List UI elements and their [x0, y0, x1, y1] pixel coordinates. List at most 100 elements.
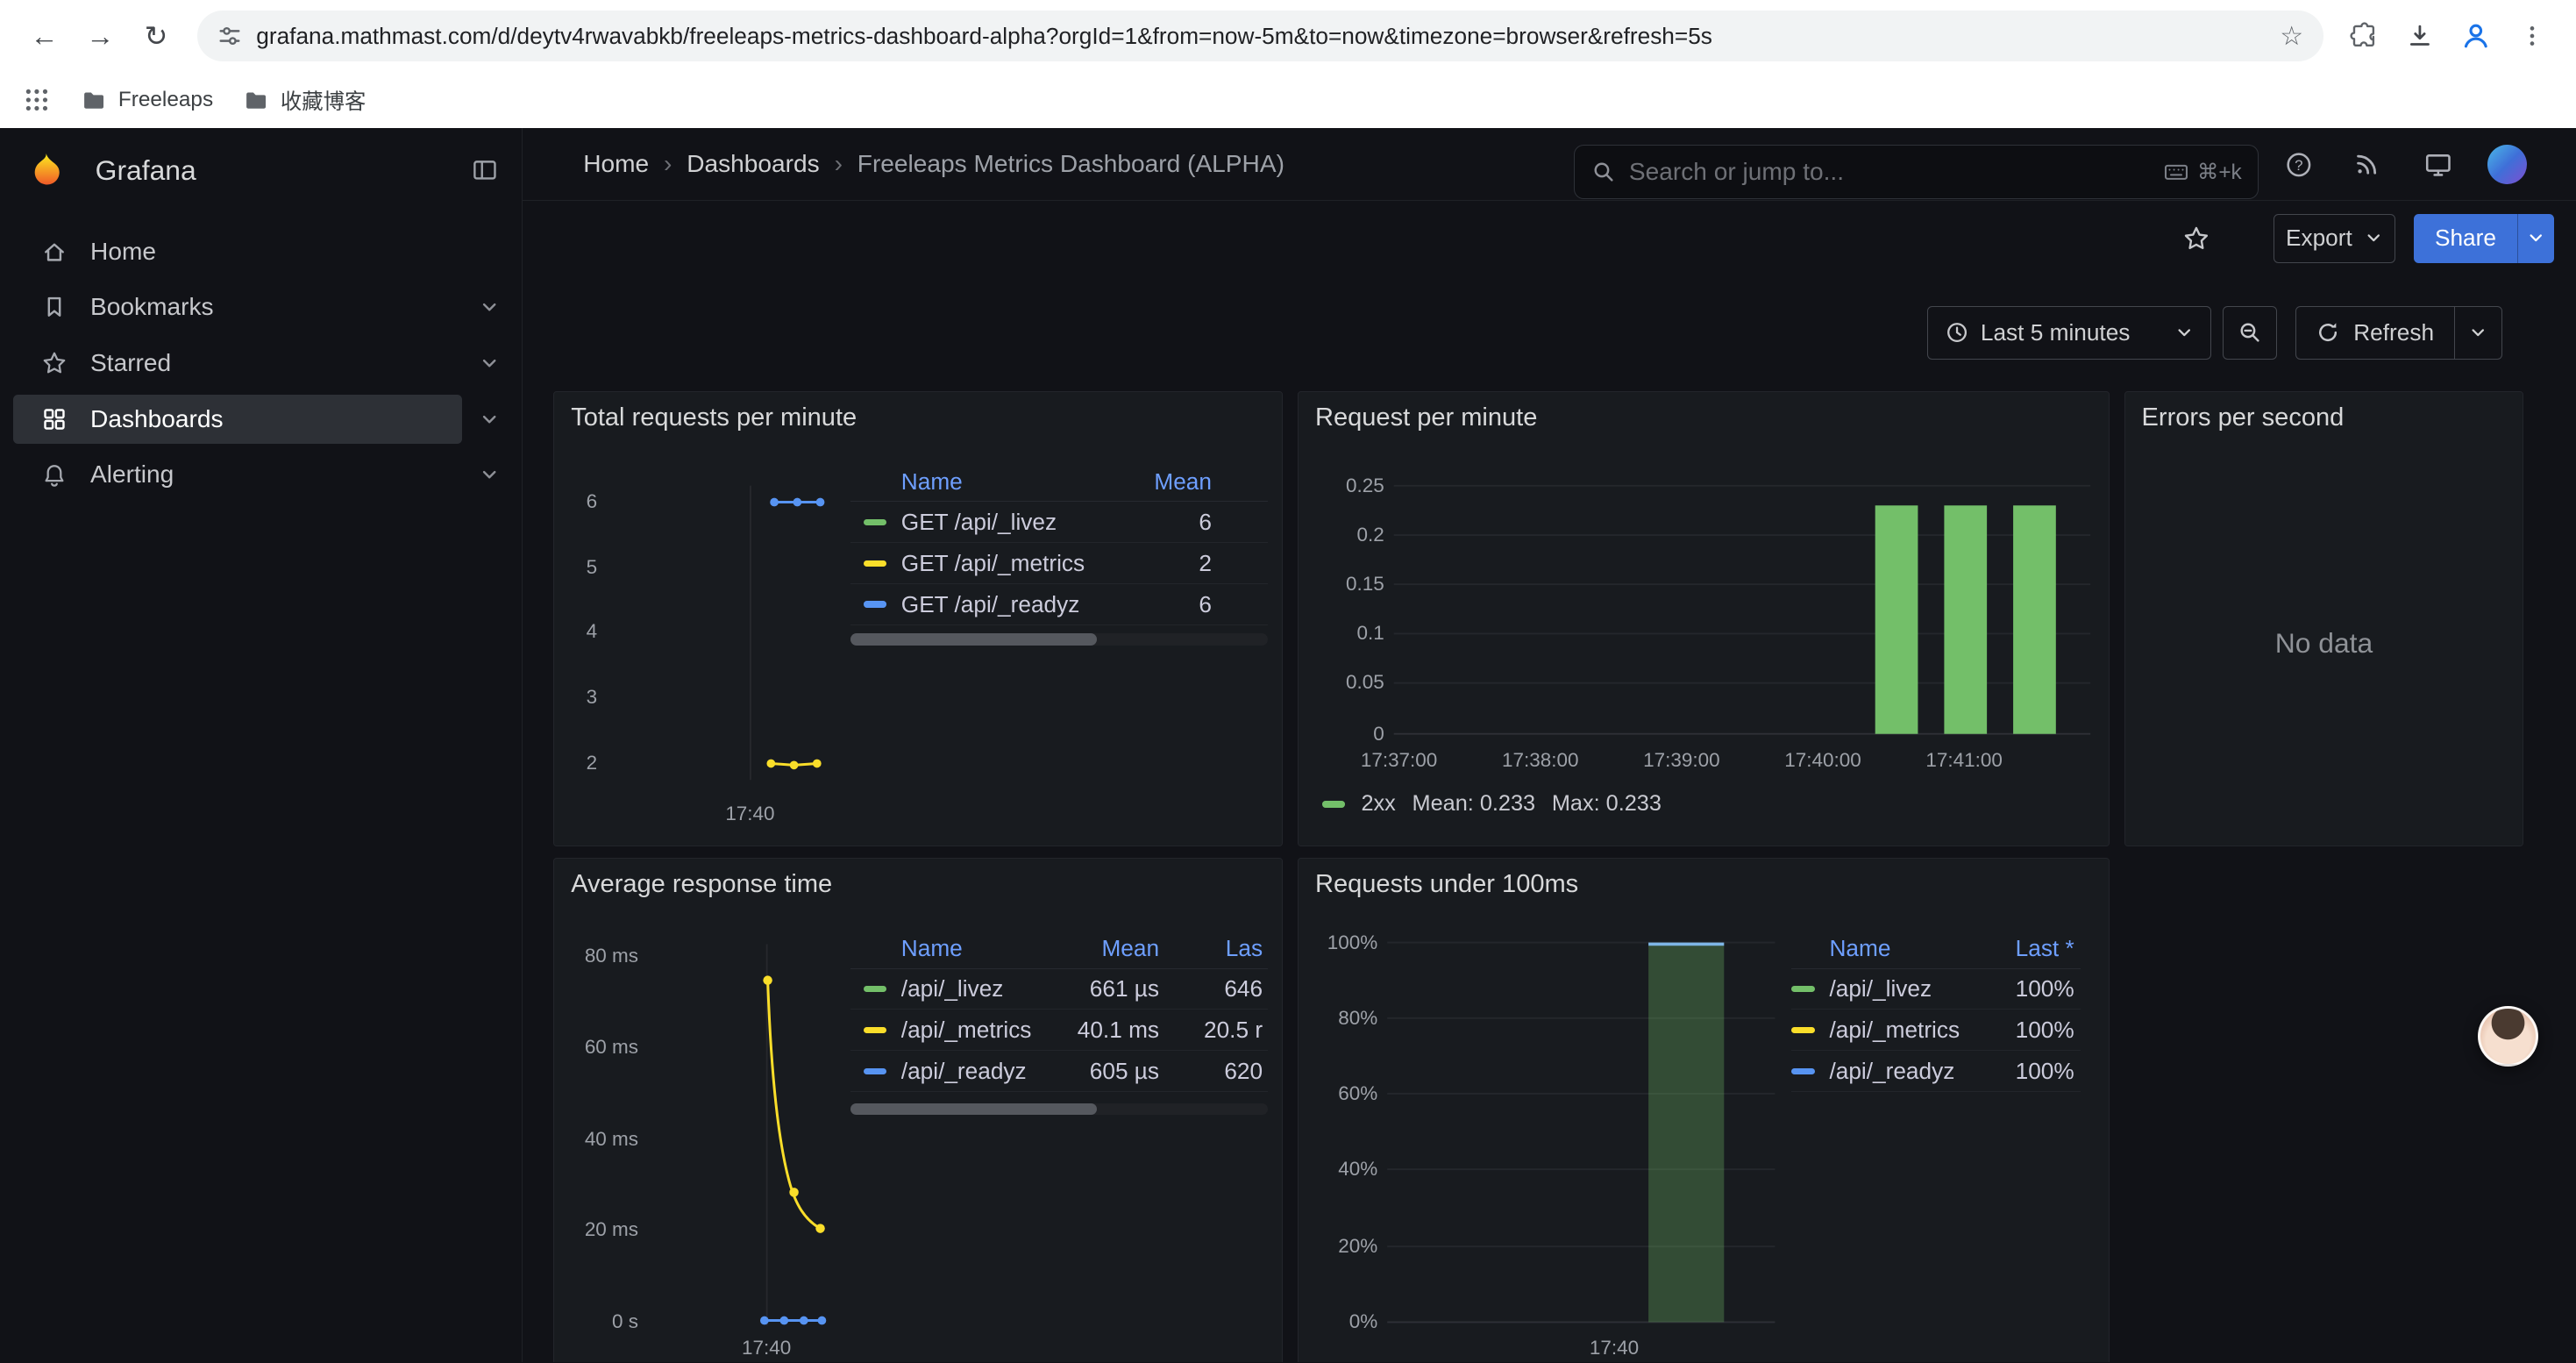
- col-last[interactable]: Las: [1169, 935, 1263, 962]
- y-tick: 0 s: [559, 1310, 638, 1333]
- chevron-down-icon: [2174, 323, 2194, 342]
- tv-mode-button[interactable]: [2415, 141, 2460, 187]
- col-name[interactable]: Name: [1829, 935, 1975, 962]
- col-name[interactable]: Name: [901, 468, 1117, 496]
- grafana-logo-icon[interactable]: [26, 151, 64, 189]
- browser-toolbar: ← → ↻ ☆: [0, 0, 2576, 72]
- panel-total-requests-per-minute: Total requests per minute 6 5 4 3 2 17:4…: [553, 391, 1283, 846]
- table-scrollbar[interactable]: [850, 633, 1268, 645]
- legend-table: Name Last * /api/_livez 100% /api/_metri…: [1791, 930, 2081, 1093]
- col-last[interactable]: Last *: [1975, 935, 2074, 962]
- table-header: Name Mean Las: [850, 930, 1268, 969]
- forward-button[interactable]: →: [72, 8, 128, 64]
- series-mean: 6: [1116, 591, 1212, 618]
- spacer: [864, 946, 886, 952]
- news-rss-button[interactable]: [2345, 141, 2390, 187]
- y-tick: 0%: [1299, 1310, 1377, 1333]
- bookmark-star-icon[interactable]: ☆: [2280, 21, 2303, 52]
- x-tick: 17:37:00: [1347, 749, 1452, 772]
- breadcrumb-dashboards[interactable]: Dashboards: [687, 150, 819, 178]
- sidebar-item-starred[interactable]: Starred: [0, 335, 522, 391]
- y-tick: 40 ms: [559, 1128, 638, 1151]
- clock-icon: [1945, 320, 1969, 345]
- dashboard-actions: Export Share: [523, 201, 2576, 276]
- series-color-blue: [864, 1068, 886, 1074]
- chevron-down-icon[interactable]: [479, 353, 500, 374]
- extensions-button[interactable]: [2337, 8, 2393, 64]
- help-button[interactable]: ?: [2275, 141, 2321, 187]
- spacer: [1791, 946, 1814, 952]
- apps-grid-icon[interactable]: [23, 86, 51, 114]
- spacer: [864, 479, 886, 485]
- series-mean: 2: [1116, 550, 1212, 577]
- y-tick: 0.25: [1299, 475, 1384, 497]
- zoom-out-button[interactable]: [2223, 306, 2277, 360]
- sidebar-item-label: Bookmarks: [90, 293, 214, 321]
- brand-name: Grafana: [96, 154, 196, 187]
- user-avatar[interactable]: [2487, 145, 2527, 184]
- table-row: GET /api/_readyz 6: [850, 584, 1268, 625]
- share-menu-button[interactable]: [2517, 214, 2553, 263]
- time-range-label: Last 5 minutes: [1981, 319, 2131, 346]
- download-icon: [2406, 22, 2434, 50]
- export-button[interactable]: Export: [2274, 214, 2395, 263]
- tune-icon: [217, 23, 243, 49]
- share-button[interactable]: Share: [2414, 214, 2518, 263]
- sidebar-item-bookmarks[interactable]: Bookmarks: [0, 280, 522, 336]
- panel-title: Errors per second: [2142, 403, 2345, 432]
- downloads-button[interactable]: [2392, 8, 2448, 64]
- search-box[interactable]: ⌘+k: [1574, 145, 2259, 199]
- breadcrumb: Home › Dashboards › Freeleaps Metrics Da…: [583, 128, 1284, 200]
- bookmarks-bar: Freeleaps 收藏博客: [0, 72, 2576, 128]
- url-input[interactable]: [256, 23, 2266, 50]
- x-tick: 17:40: [717, 1337, 815, 1359]
- legend-series[interactable]: 2xx: [1361, 791, 1395, 817]
- col-name[interactable]: Name: [901, 935, 1057, 962]
- dock-menu-icon[interactable]: [471, 156, 499, 184]
- assistant-avatar-button[interactable]: [2478, 1006, 2538, 1067]
- time-range-picker[interactable]: Last 5 minutes: [1927, 306, 2211, 360]
- bookmark-label: 收藏博客: [281, 85, 366, 116]
- refresh-interval-button[interactable]: [2454, 307, 2501, 360]
- table-scrollbar[interactable]: [850, 1103, 1268, 1115]
- breadcrumb-home[interactable]: Home: [583, 150, 649, 178]
- col-mean[interactable]: Mean: [1116, 468, 1212, 496]
- legend-table: Name Mean GET /api/_livez 6 GET /api/_me…: [850, 463, 1268, 626]
- kebab-menu-icon: [2519, 23, 2545, 49]
- chevron-down-icon[interactable]: [479, 409, 500, 430]
- screen: ← → ↻ ☆: [0, 0, 2576, 1362]
- chevron-down-icon[interactable]: [479, 464, 500, 485]
- omnibox[interactable]: ☆: [197, 11, 2323, 61]
- svg-text:?: ?: [2295, 156, 2302, 173]
- reload-button[interactable]: ↻: [128, 8, 184, 64]
- col-mean[interactable]: Mean: [1057, 935, 1159, 962]
- profile-button[interactable]: [2448, 8, 2504, 64]
- chevron-down-icon[interactable]: [479, 296, 500, 318]
- refresh-button[interactable]: Refresh: [2296, 307, 2454, 360]
- y-tick: 0.2: [1299, 524, 1384, 546]
- series-name: /api/_livez: [901, 975, 1057, 1003]
- table-row: /api/_livez 100%: [1791, 969, 2081, 1010]
- sidebar-item-label: Starred: [90, 349, 171, 377]
- bookmark-folder-freeleaps[interactable]: Freeleaps: [81, 87, 213, 113]
- browser-menu-button[interactable]: [2504, 8, 2560, 64]
- dashboard-controls: Last 5 minutes: [523, 276, 2576, 391]
- search-input[interactable]: [1629, 158, 2150, 186]
- sidebar-item-alerting[interactable]: Alerting: [0, 447, 522, 503]
- panel-title: Requests under 100ms: [1315, 870, 1578, 899]
- nav-highlight: [13, 395, 462, 444]
- favorite-star-icon[interactable]: [2174, 215, 2219, 260]
- sidebar-item-home[interactable]: Home: [0, 224, 522, 280]
- y-tick: 2: [554, 752, 597, 774]
- series-color-blue: [864, 601, 886, 607]
- table-header: Name Mean: [850, 463, 1268, 503]
- scrollbar-thumb[interactable]: [850, 633, 1097, 645]
- legend-max: Max: 0.233: [1552, 791, 1662, 817]
- table-row: GET /api/_metrics 2: [850, 543, 1268, 584]
- sidebar-item-dashboards[interactable]: Dashboards: [0, 391, 522, 447]
- scrollbar-thumb[interactable]: [850, 1103, 1097, 1115]
- bookmark-folder-blog[interactable]: 收藏博客: [243, 85, 366, 116]
- series-name: /api/_readyz: [901, 1058, 1057, 1085]
- back-button[interactable]: ←: [17, 8, 73, 64]
- sidebar-nav: Home Bookmarks: [0, 224, 522, 503]
